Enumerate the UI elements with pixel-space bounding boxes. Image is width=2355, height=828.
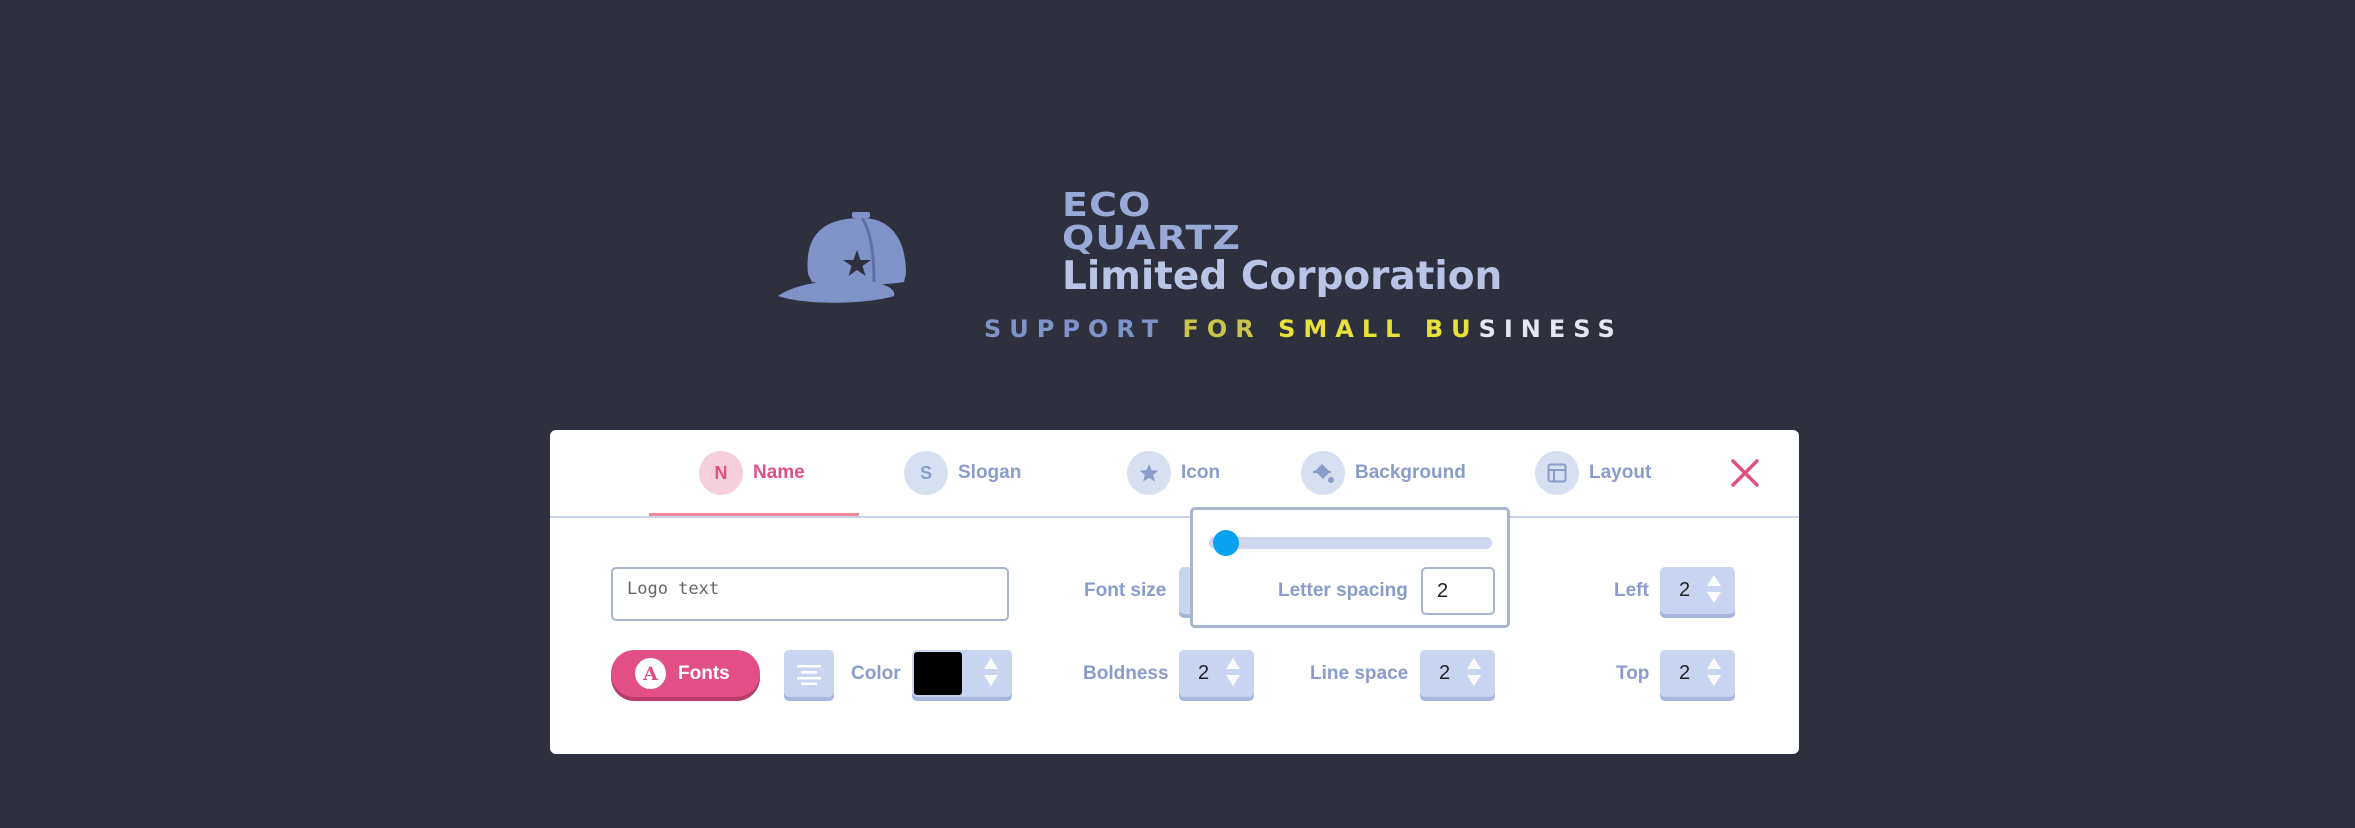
tab-slogan-label: Slogan [958, 462, 1022, 483]
brand-mark: ECO QUARTZ [1062, 188, 1240, 254]
top-label: Top [1616, 663, 1650, 684]
letter-spacing-popup: Letter spacing [1190, 507, 1510, 628]
close-icon[interactable] [1727, 455, 1763, 491]
left-stepper[interactable]: 2 [1660, 567, 1735, 614]
editor-panel: N Name S Slogan Icon Background Layout L… [550, 430, 1799, 754]
top-value: 2 [1679, 662, 1691, 684]
boldness-stepper[interactable]: 2 [1179, 650, 1254, 697]
tab-bar: N Name S Slogan Icon Background Layout [550, 430, 1799, 518]
tab-layout[interactable]: Layout [1535, 450, 1651, 496]
tab-slogan[interactable]: S Slogan [904, 450, 1021, 496]
slogan-part: BU [1424, 315, 1479, 343]
tab-name[interactable]: N Name [699, 450, 805, 496]
cap-logo-icon [778, 212, 906, 303]
tab-slogan-badge: S [904, 451, 948, 495]
letter-spacing-input[interactable] [1421, 567, 1495, 615]
slogan-part: FOR [1182, 315, 1279, 343]
tab-name-badge: N [699, 451, 743, 495]
boldness-label: Boldness [1083, 663, 1169, 684]
color-label: Color [851, 663, 901, 684]
top-stepper[interactable]: 2 [1660, 650, 1735, 697]
brand-name: Limited Corporation [1062, 254, 1503, 299]
font-size-label: Font size [1084, 580, 1167, 601]
star-icon [1127, 451, 1171, 495]
align-center-button[interactable] [784, 650, 834, 697]
tab-background[interactable]: Background [1301, 450, 1466, 496]
left-value: 2 [1679, 579, 1691, 601]
slider-handle[interactable] [1212, 530, 1239, 556]
tab-icon-label: Icon [1181, 462, 1221, 483]
tab-icon[interactable]: Icon [1127, 450, 1220, 496]
color-picker[interactable] [912, 650, 1012, 697]
align-center-icon [797, 664, 821, 685]
stepper-arrows-icon[interactable] [1707, 575, 1721, 603]
active-tab-underline [649, 513, 859, 516]
stepper-arrows-icon[interactable] [984, 658, 998, 686]
fonts-button-label: Fonts [678, 662, 730, 684]
slogan-part: SINESS [1478, 315, 1623, 343]
stepper-arrows-icon[interactable] [1707, 658, 1721, 686]
line-space-label: Line space [1310, 663, 1409, 684]
stepper-arrows-icon[interactable] [1226, 658, 1240, 686]
fonts-button[interactable]: A Fonts [611, 650, 760, 697]
letter-spacing-label: Letter spacing [1278, 580, 1408, 601]
layout-icon [1535, 451, 1579, 495]
color-swatch[interactable] [914, 652, 962, 695]
boldness-value: 2 [1198, 662, 1210, 684]
brand-line-1: ECO [1062, 185, 1152, 224]
tab-background-label: Background [1355, 462, 1466, 483]
left-label: Left [1614, 580, 1649, 601]
line-space-stepper[interactable]: 2 [1420, 650, 1495, 697]
line-space-value: 2 [1439, 662, 1451, 684]
paint-bucket-icon [1301, 451, 1345, 495]
brand-line-2: QUARTZ [1062, 218, 1242, 257]
tab-name-label: Name [753, 462, 805, 483]
slogan: SUPPORT FOR SMALL BUSINESS [984, 313, 1623, 345]
slogan-part: SMALL [1278, 315, 1425, 343]
stepper-arrows-icon[interactable] [1467, 658, 1481, 686]
font-glyph-icon: A [635, 658, 666, 689]
slogan-part: SUPPORT [984, 315, 1183, 343]
tab-layout-label: Layout [1589, 462, 1652, 483]
letter-spacing-slider[interactable] [1209, 530, 1492, 556]
logo-text-input[interactable] [611, 567, 1009, 621]
